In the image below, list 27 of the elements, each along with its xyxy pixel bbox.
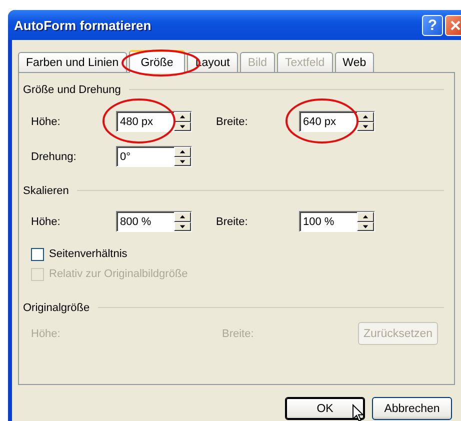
field-label: Breite: (222, 328, 255, 340)
field-label: Höhe: (31, 216, 62, 228)
spin-up-icon[interactable] (357, 212, 374, 222)
dialog-button[interactable]: Abbrechen (372, 397, 452, 420)
dialog-button[interactable]: OK (285, 397, 365, 420)
spin-up-icon[interactable] (357, 112, 374, 122)
tab[interactable]: Web (334, 52, 374, 72)
field-label: Höhe: (31, 116, 62, 128)
field-label: Drehung: (31, 150, 78, 162)
checkbox[interactable] (31, 248, 44, 260)
checkbox-label: Relativ zur Originalbildgröße (49, 268, 188, 280)
field-label: Breite: (216, 116, 249, 128)
group-title: Skalieren (23, 184, 69, 196)
group-title: Größe und Drehung (23, 84, 121, 96)
tab[interactable]: Farben und Linien (18, 52, 127, 72)
spin-up-icon[interactable] (174, 147, 191, 156)
close-button[interactable] (445, 14, 461, 36)
field-label: Breite: (216, 216, 249, 228)
close-icon (450, 20, 461, 30)
spin-up-icon[interactable] (174, 112, 191, 122)
window-title: AutoForm formatieren (13, 18, 152, 32)
spin-up-icon[interactable] (174, 212, 191, 222)
help-button[interactable]: ? (422, 14, 443, 36)
checkbox-label: Seitenverhältnis (49, 248, 128, 260)
group-title: Originalgröße (23, 302, 90, 314)
field-label: Höhe: (31, 328, 62, 340)
cursor-icon (352, 404, 364, 421)
